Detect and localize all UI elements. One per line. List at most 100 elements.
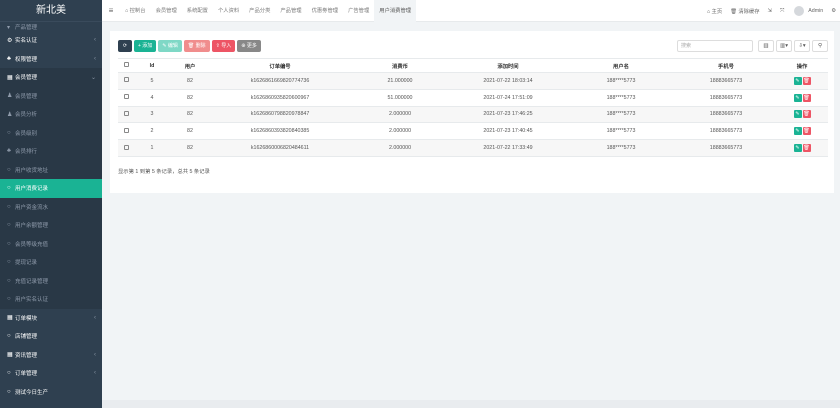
menu-icon: ○ [7,240,11,247]
data-table: Id 用户 订单编号 消费币 添加时间 用户名 手机号 操作 5 82 k162686166982… [118,58,828,157]
edit-icon[interactable]: ✎ [793,127,802,136]
search-input[interactable]: 搜索 [677,40,753,52]
more-button[interactable]: ⊕ 更多 [237,40,261,52]
delete-button[interactable]: 🗑 删除 [183,40,210,52]
delete-icon[interactable]: 🗑 [802,76,811,85]
sidebar-item[interactable]: ▦ 资讯管理 ‹ [0,346,102,365]
tab[interactable]: 优惠劵管理 [307,0,344,22]
refresh-button[interactable]: ⟳ [118,40,132,52]
cell-username: 188****5773 [566,89,676,107]
edit-icon[interactable]: ✎ [793,144,802,153]
brand-logo[interactable]: 新北美 [0,0,102,22]
tab[interactable]: 产品分类 [244,0,275,22]
table-row[interactable]: 2 82 k1626860393820840385 2.000000 2021-07-2… [118,122,828,141]
menu-icon: ♟ [7,93,13,100]
table-row[interactable]: 1 82 k1626860006820484611 2.000000 2021-07-2… [118,139,828,157]
delete-icon[interactable]: 🗑 [802,127,811,136]
sidebar-item[interactable]: ○ 提现记录 [0,253,102,272]
import-button[interactable]: ⇪ 导入 [211,40,236,52]
sidebar-item[interactable]: ○ 用户消费记录 [0,179,102,198]
sidebar-item[interactable]: ▦ 订单模块 ‹ [0,309,102,328]
table-row[interactable]: 5 82 k1626861669820774736 21.000000 2021-07-… [118,72,828,90]
sidebar-item-label: 会员级别 [15,130,38,137]
table-row[interactable]: 3 82 k1626860798820978847 2.000000 2021-07-2… [118,106,828,124]
row-select-cell [118,139,134,157]
cell-user: 82 [170,122,210,141]
tab[interactable]: 系统配置 [182,0,213,22]
sidebar-item[interactable]: ○ 用户实名认证 [0,290,102,309]
export-button[interactable]: ⇩▾ [794,40,810,52]
expand-icon[interactable]: ⤧ [780,8,784,15]
edit-button[interactable]: ✎ 编辑 [158,40,182,52]
sidebar-item[interactable]: ○ 会员级别 [0,123,102,142]
row-checkbox[interactable] [123,144,129,150]
sidebar-item[interactable]: ○ 订单管理 ‹ [0,364,102,383]
row-checkbox[interactable] [123,110,129,116]
user-name[interactable]: Admin [808,8,823,14]
sidebar-item[interactable]: ○ 用户余额管理 [0,216,102,235]
sidebar-item[interactable]: ○ 店铺管理 [0,327,102,346]
columns-button[interactable]: ▥▾ [776,40,792,52]
row-actions: ✎ 🗑 [776,72,828,90]
sidebar-item[interactable]: ▾ 产品管理 [0,22,102,31]
toolbar: ⟳ + 添加 ✎ 编辑 🗑 删除 ⇪ 导入 ⊕ 更多 [118,40,263,52]
menu-icon: ○ [7,203,11,210]
column-header: 消费币 [350,58,450,73]
sidebar-item[interactable]: ⚙ 实名认证 ‹ [0,31,102,50]
menu-icon: ○ [7,166,11,173]
sidebar-item-label: 会员排行 [15,149,38,156]
tab[interactable]: 广告管理 [343,0,374,22]
sidebar-item[interactable]: ○ 用户收货地址 [0,160,102,179]
menu-icon: ○ [7,296,11,303]
page-tabs: ⌂ 控制台 会员管理 系统配置 个人资料 产品分类 产品管理 优惠劵管理 广告管理 用户消费管理 [120,0,417,22]
menu-icon: ▦ [7,352,13,359]
search-button[interactable]: ⚲ [812,40,828,52]
sidebar-item[interactable]: ♣ 会员排行 [0,142,102,161]
sidebar-item[interactable]: ○ 会员等级充值 [0,234,102,253]
table-row[interactable]: 4 82 k1626860935820600967 51.000000 2021-07-… [118,89,828,107]
sidebar-item[interactable]: ○ 用户资金流水 [0,197,102,216]
edit-icon[interactable]: ✎ [793,76,802,85]
menu-toggle-icon[interactable]: ≡ [102,6,120,15]
tab[interactable]: 个人资料 [213,0,244,22]
tab[interactable]: ⌂ 控制台 [120,0,151,22]
add-button[interactable]: + 添加 [134,40,157,52]
sidebar-item-label: 用户资金流水 [15,204,49,211]
menu-icon: ○ [7,277,11,284]
tab[interactable]: 产品管理 [275,0,306,22]
delete-icon[interactable]: 🗑 [802,110,811,119]
row-checkbox[interactable] [123,94,129,100]
settings-icon[interactable]: ⚙ [831,8,836,14]
delete-icon[interactable]: 🗑 [802,93,811,102]
fullscreen-icon[interactable]: ⇲ [768,8,772,14]
chevron-icon: ⌄ [90,74,96,81]
column-header[interactable] [118,58,134,73]
table-tools: 搜索 ▥ ▥▾ ⇩▾ ⚲ [677,40,828,52]
home-link[interactable]: ⌂ 主页 [707,7,722,15]
sidebar-item[interactable]: ♣ 权限管理 ‹ [0,50,102,69]
select-all-checkbox[interactable] [123,62,129,67]
chevron-icon: ‹ [94,37,96,44]
row-checkbox[interactable] [123,77,129,83]
tab[interactable]: 会员管理 [151,0,182,22]
sidebar-item[interactable]: ○ 充值记录管理 [0,271,102,290]
tab[interactable]: 用户消费管理 [374,0,417,22]
row-checkbox[interactable] [123,127,129,133]
sidebar-item[interactable]: ♟ 会员分析 [0,105,102,124]
delete-icon[interactable]: 🗑 [802,144,811,153]
row-actions: ✎ 🗑 [776,139,828,157]
sidebar-item[interactable]: ♟ 会员管理 [0,86,102,105]
cell-username: 188****5773 [566,72,676,90]
table-body: 5 82 k1626861669820774736 21.000000 2021-07-… [118,72,828,157]
cell-coins: 2.000000 [350,122,450,141]
toggle-view-button[interactable]: ▥ [758,40,774,52]
cell-order-no: k1626860935820600967 [210,89,350,107]
sidebar-item[interactable]: ○ 测试今日生产 [0,383,102,402]
cell-id: 5 [134,72,170,90]
avatar[interactable] [794,6,805,16]
edit-icon[interactable]: ✎ [793,110,802,119]
clear-cache-link[interactable]: 🗑 清除缓存 [730,7,759,15]
sidebar-item[interactable]: ▦ 会员管理 ⌄ [0,68,102,87]
edit-icon[interactable]: ✎ [793,93,802,102]
cell-phone: 18883665773 [676,122,776,141]
